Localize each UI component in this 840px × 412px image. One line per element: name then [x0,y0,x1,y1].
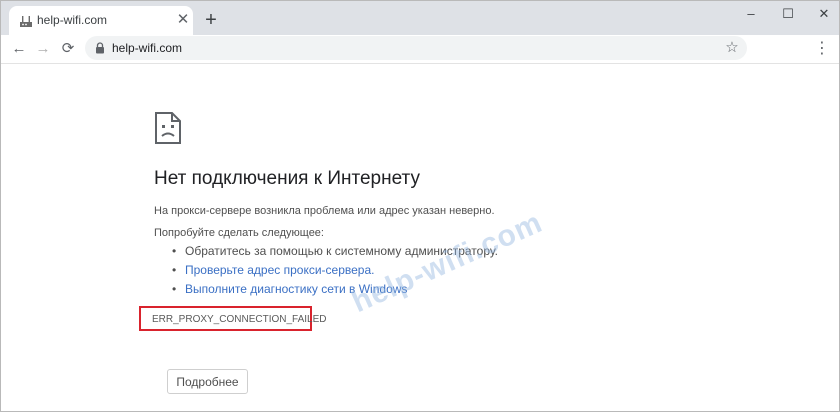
lock-icon[interactable] [95,42,105,54]
forward-button[interactable]: → [32,38,54,60]
suggestion-text: Обратитесь за помощью к системному админ… [185,244,499,258]
reload-button[interactable]: ⟳ [57,38,79,60]
bullet-icon: • [172,263,177,277]
tab-title: help-wifi.com [37,13,108,27]
page-title: Нет подключения к Интернету [154,168,420,189]
star-icon[interactable]: ☆ [721,37,743,59]
check-proxy-link[interactable]: Проверьте адрес прокси-сервера. [185,263,374,277]
browser-window: help-wifi.com ✕ + – ☐ ✕ ← → ⟳ help-wifi.… [0,0,840,412]
url-text[interactable]: help-wifi.com [112,41,182,55]
bullet-icon: • [172,244,177,258]
close-icon[interactable]: ✕ [175,12,191,28]
suggestions-list: • Обратитесь за помощью к системному адм… [172,242,498,299]
toolbar: ← → ⟳ help-wifi.com ☆ ⋮ [1,35,839,64]
suggestion-diagnostics[interactable]: • Выполните диагностику сети в Windows [172,280,498,299]
back-button[interactable]: ← [8,38,30,60]
bullet-icon: • [172,282,177,296]
window-close-button[interactable]: ✕ [809,1,839,27]
tab-strip: help-wifi.com ✕ + – ☐ ✕ [1,1,839,35]
menu-icon[interactable]: ⋮ [813,38,831,60]
suggestion-contact-admin: • Обратитесь за помощью к системному адм… [172,242,498,261]
details-button[interactable]: Подробнее [167,369,248,394]
sad-page-icon [155,112,181,144]
error-code: ERR_PROXY_CONNECTION_FAILED [152,314,327,325]
minimize-button[interactable]: – [736,1,766,27]
suggestions-heading: Попробуйте сделать следующее: [154,227,324,239]
wifi-router-icon [20,16,32,27]
tab-active[interactable]: help-wifi.com ✕ [9,6,193,35]
new-tab-button[interactable]: + [201,10,221,30]
error-page: Нет подключения к Интернету На прокси-се… [1,64,839,411]
maximize-button[interactable]: ☐ [773,1,803,27]
network-diagnostics-link[interactable]: Выполните диагностику сети в Windows [185,282,407,296]
address-bar[interactable]: help-wifi.com ☆ [85,36,747,60]
suggestion-check-proxy[interactable]: • Проверьте адрес прокси-сервера. [172,261,498,280]
error-description: На прокси-сервере возникла проблема или … [154,205,495,217]
